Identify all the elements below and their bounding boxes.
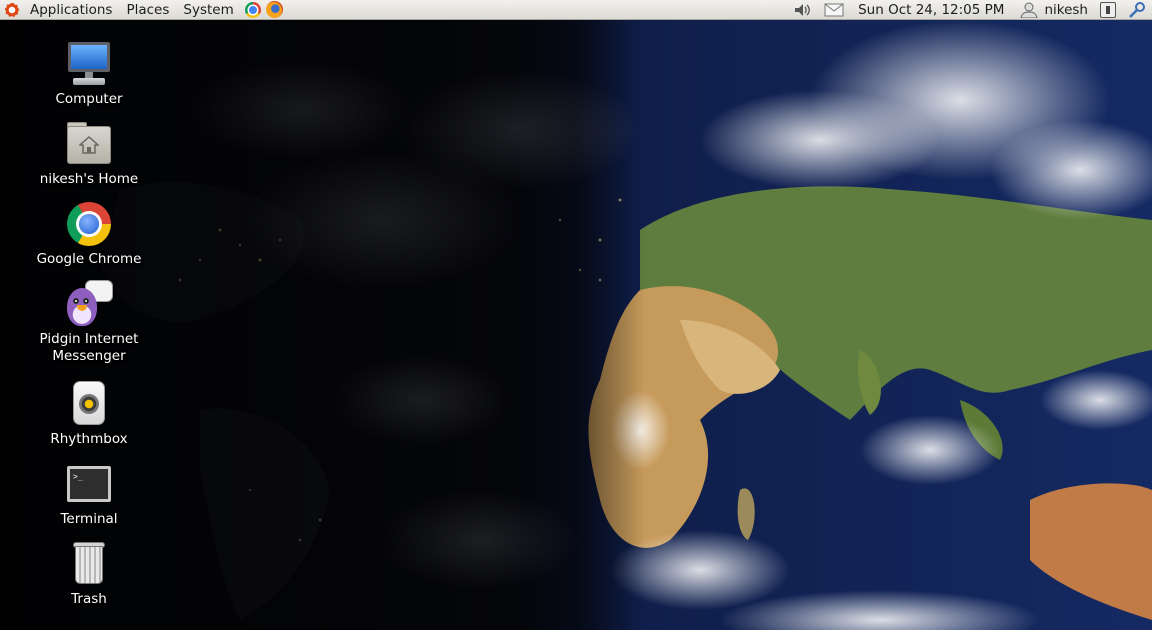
desktop-icon-label: Rhythmbox xyxy=(50,431,128,447)
session-icon[interactable] xyxy=(1094,0,1122,19)
top-panel: Applications Places System Sun Oct 24, 1… xyxy=(0,0,1152,20)
desktop-icon-label: Terminal xyxy=(60,511,118,527)
desktop-icon-pidgin[interactable]: Pidgin Internet Messenger xyxy=(14,280,164,365)
desktop-icon-home[interactable]: nikesh's Home xyxy=(14,120,164,188)
places-menu[interactable]: Places xyxy=(119,0,176,19)
system-menu[interactable]: System xyxy=(176,0,240,19)
clock[interactable]: Sun Oct 24, 12:05 PM xyxy=(850,2,1014,18)
applications-menu[interactable]: Applications xyxy=(23,0,119,19)
volume-icon[interactable] xyxy=(788,0,818,19)
earth-map xyxy=(0,20,1152,630)
desktop-icon-terminal[interactable]: >_ Terminal xyxy=(14,460,164,528)
computer-icon xyxy=(65,40,113,88)
pidgin-icon xyxy=(65,280,113,328)
desktop-icon-label: Computer xyxy=(55,91,123,107)
terminal-icon: >_ xyxy=(65,460,113,508)
desktop-icon-label: nikesh's Home xyxy=(39,171,139,187)
desktop-wallpaper xyxy=(0,20,1152,630)
mail-icon[interactable] xyxy=(818,0,850,19)
accessibility-icon[interactable] xyxy=(1122,0,1152,19)
chrome-icon xyxy=(244,1,261,18)
desktop-icon-label: Pidgin Internet Messenger xyxy=(39,331,139,364)
chrome-launcher[interactable] xyxy=(243,1,263,19)
ubuntu-logo-icon[interactable] xyxy=(4,1,20,18)
user-icon xyxy=(1014,0,1044,19)
desktop-icon-computer[interactable]: Computer xyxy=(14,40,164,108)
desktop-icon-label: Trash xyxy=(71,591,107,607)
desktop-icon-label: Google Chrome xyxy=(36,251,142,267)
trash-icon xyxy=(65,540,113,588)
desktop-icon-trash[interactable]: Trash xyxy=(14,540,164,608)
chrome-icon xyxy=(65,200,113,248)
firefox-launcher[interactable] xyxy=(265,1,285,19)
rhythmbox-icon xyxy=(65,380,113,428)
user-menu[interactable]: nikesh xyxy=(1044,2,1094,18)
desktop-icon-chrome[interactable]: Google Chrome xyxy=(14,200,164,268)
desktop-icon-rhythmbox[interactable]: Rhythmbox xyxy=(14,380,164,448)
firefox-icon xyxy=(266,1,284,18)
home-folder-icon xyxy=(65,120,113,168)
